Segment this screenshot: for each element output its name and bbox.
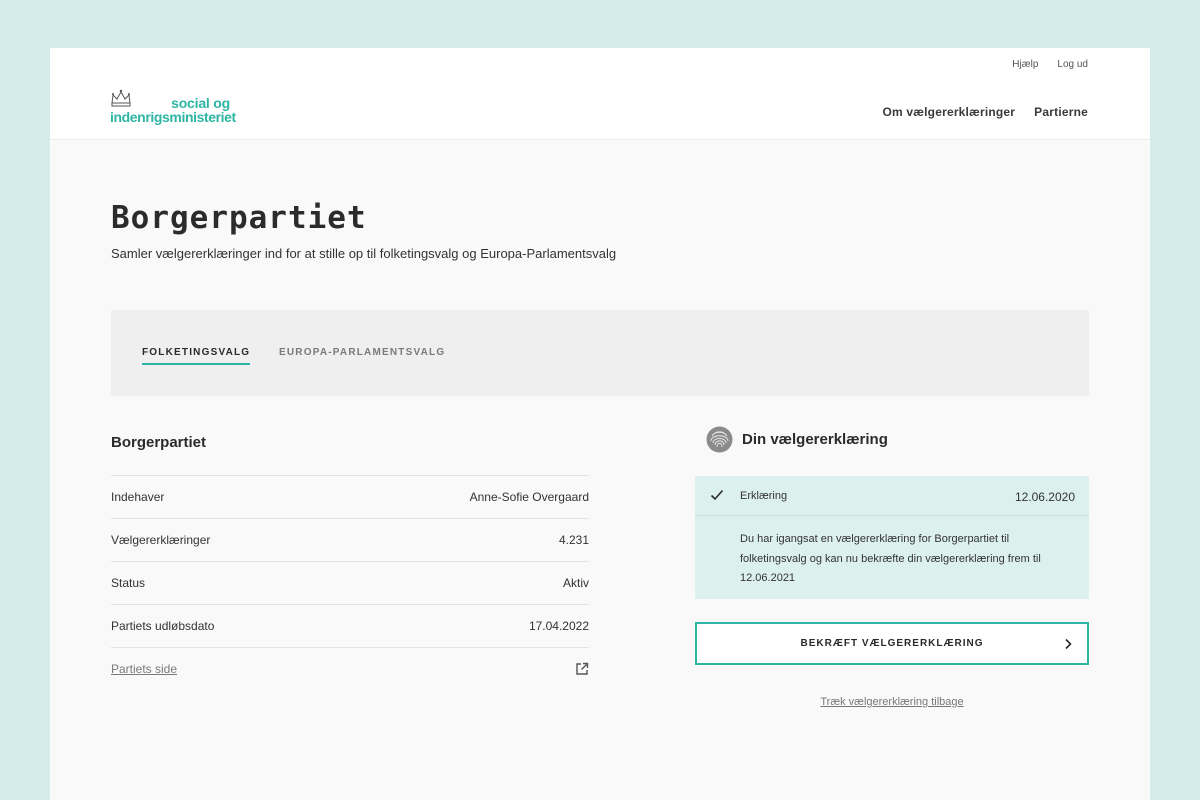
external-link-icon[interactable]	[575, 662, 589, 676]
chevron-right-icon	[1065, 638, 1072, 650]
nav-about-declarations[interactable]: Om vælgererklæringer	[882, 105, 1015, 119]
confirm-declaration-button[interactable]: BEKRÆFT VÆLGERERKLÆRING	[695, 622, 1089, 665]
browser-window: Hjælp Log ud social og indenrigsminister…	[50, 48, 1150, 800]
page-title: Borgerpartiet	[111, 200, 367, 236]
declaration-status-label: Erklæring	[740, 490, 788, 502]
party-info-title: Borgerpartiet	[111, 434, 207, 451]
election-tabs: FOLKETINGSVALG EUROPA-PARLAMENTSVALG	[111, 310, 1089, 396]
main-nav: Om vælgererklæringer Partierne	[882, 105, 1088, 119]
crown-icon	[111, 89, 131, 107]
site-header: Hjælp Log ud social og indenrigsminister…	[50, 48, 1150, 140]
info-label: Status	[111, 576, 146, 590]
party-info-table: Indehaver Anne-Sofie Overgaard Vælgererk…	[111, 475, 589, 690]
ministry-logo[interactable]: social og indenrigsministeriet	[110, 89, 236, 125]
info-row-expiry: Partiets udløbsdato 17.04.2022	[111, 604, 589, 647]
party-page-link[interactable]: Partiets side	[111, 662, 177, 676]
info-value: Anne-Sofie Overgaard	[469, 490, 589, 504]
withdraw-declaration-link[interactable]: Træk vælgererklæring tilbage	[820, 696, 963, 708]
tab-folketingsvalg[interactable]: FOLKETINGSVALG	[142, 347, 251, 365]
declaration-status-text: Du har igangsat en vælgererklæring for B…	[740, 533, 1041, 584]
page-subtitle: Samler vælgererklæringer ind for at stil…	[111, 246, 617, 261]
nav-parties[interactable]: Partierne	[1034, 105, 1088, 119]
info-value: 17.04.2022	[528, 619, 589, 633]
help-link[interactable]: Hjælp	[1012, 59, 1038, 70]
confirm-declaration-label: BEKRÆFT VÆLGERERKLÆRING	[800, 638, 984, 649]
tab-europa-parlamentsvalg[interactable]: EUROPA-PARLAMENTSVALG	[279, 347, 445, 363]
fingerprint-icon	[706, 426, 733, 453]
info-row-declarations: Vælgererklæringer 4.231	[111, 518, 589, 561]
check-icon	[710, 489, 724, 501]
info-value: Aktiv	[562, 576, 589, 590]
declaration-title: Din vælgererklæring	[742, 431, 888, 448]
info-label: Partiets udløbsdato	[111, 619, 215, 633]
logout-link[interactable]: Log ud	[1057, 59, 1088, 70]
logo-text-line2: indenrigsministeriet	[110, 109, 236, 125]
declaration-status-box: Erklæring 12.06.2020 Du har igangsat en …	[695, 476, 1089, 599]
withdraw-wrapper: Træk vælgererklæring tilbage	[695, 692, 1089, 710]
info-value: 4.231	[558, 533, 589, 547]
party-page-row: Partiets side	[111, 647, 589, 690]
info-label: Vælgererklæringer	[111, 533, 211, 547]
info-row-status: Status Aktiv	[111, 561, 589, 604]
info-row-owner: Indehaver Anne-Sofie Overgaard	[111, 475, 589, 518]
info-label: Indehaver	[111, 490, 165, 504]
declaration-header: Din vælgererklæring	[706, 426, 888, 453]
utility-nav: Hjælp Log ud	[1012, 59, 1088, 70]
declaration-status-row: Erklæring 12.06.2020	[695, 476, 1089, 516]
declaration-status-date: 12.06.2020	[1014, 490, 1075, 504]
